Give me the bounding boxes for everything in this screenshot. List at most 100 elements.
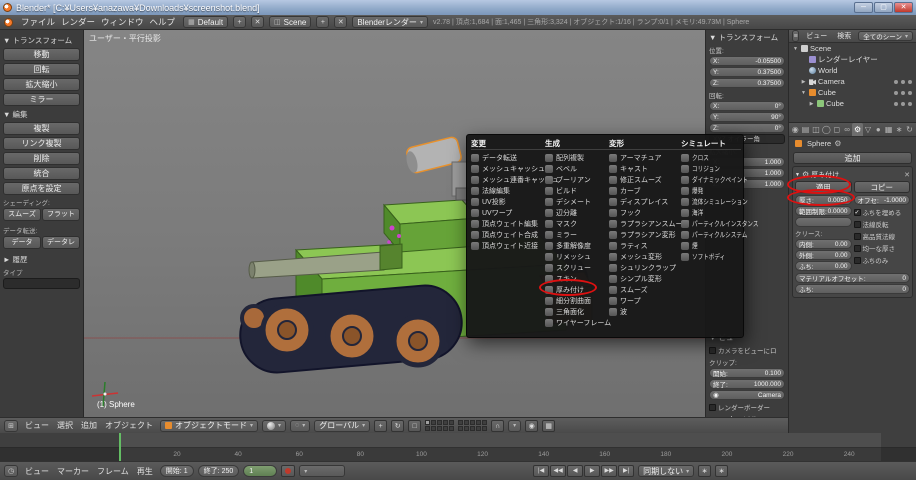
render-toggle-icon[interactable] <box>908 102 912 106</box>
checkbox-icon[interactable] <box>854 233 861 240</box>
properties-tab-physics[interactable]: ↻ <box>904 123 914 136</box>
modifier-menu-item[interactable]: リメッシュ <box>545 251 609 262</box>
properties-tab-modifiers[interactable]: ⚙ <box>852 123 862 136</box>
tool-button[interactable]: 統合 <box>3 167 80 180</box>
tool-button[interactable]: リンク複製 <box>3 137 80 150</box>
visibility-toggles[interactable] <box>894 102 912 106</box>
redo-type-dropdown[interactable] <box>3 278 80 289</box>
checkbox-icon[interactable] <box>854 221 861 228</box>
toolshelf-panel-header[interactable]: ▼ トランスフォーム <box>3 35 80 46</box>
modifier-menu-item[interactable]: 頂点ウェイト編集 <box>471 218 545 229</box>
frame-end-field[interactable]: 終了: 250 <box>198 465 240 477</box>
modifier-name[interactable]: 厚み付け <box>811 170 839 180</box>
play-reverse-button[interactable]: ◀ <box>567 465 583 477</box>
modifier-menu-item[interactable]: 配列複製 <box>545 152 609 163</box>
modifier-menu-item[interactable]: マスク <box>545 218 609 229</box>
visibility-toggles[interactable] <box>894 80 912 84</box>
layer-toggle[interactable] <box>425 420 430 425</box>
modifier-menu-item[interactable]: ラティス <box>609 240 681 251</box>
modifier-menu-item[interactable]: ソフトボディ <box>681 251 741 262</box>
modifier-menu-item[interactable]: パーティクルインスタンス <box>681 218 741 229</box>
timeline-menu-item[interactable]: フレーム <box>94 466 132 477</box>
transform-orientation-dropdown[interactable]: グローバル ▾ <box>314 420 370 432</box>
number-field[interactable]: マテリアルオフセット:0 <box>795 273 910 283</box>
modifier-menu-item[interactable]: パーティクルシステム <box>681 229 741 240</box>
outliner-menu-item[interactable]: 検索 <box>834 31 854 41</box>
layer-toggle[interactable] <box>464 426 469 431</box>
modifier-menu-item[interactable]: 煙 <box>681 240 741 251</box>
modifier-menu-item[interactable]: UV投影 <box>471 196 545 207</box>
toolshelf-panel-header[interactable]: ▼ 編集 <box>3 109 80 120</box>
maximize-button[interactable]: ▢ <box>874 2 893 13</box>
pivot-point-dropdown[interactable]: ◌ ▾ <box>290 420 310 432</box>
outliner-editor-icon[interactable]: ≡ <box>792 30 799 42</box>
modifier-menu-item[interactable]: メッシュ連番キャッシュ <box>471 174 545 185</box>
modifier-menu-item-solidify[interactable]: 厚み付け <box>545 284 609 295</box>
jump-to-end-button[interactable]: ▶| <box>618 465 634 477</box>
properties-tab-scene[interactable]: ◫ <box>811 123 821 136</box>
view3d-menu-item[interactable]: 選択 <box>54 420 76 431</box>
toolshelf-panel-header[interactable]: ► 履歴 <box>3 254 80 265</box>
render-toggle-icon[interactable] <box>908 80 912 84</box>
render-engine-dropdown[interactable]: Blenderレンダー ▾ <box>352 16 428 28</box>
apply-button[interactable]: 適用 <box>795 181 852 193</box>
modifier-menu-item[interactable]: ブーリアン <box>545 174 609 185</box>
modifier-menu-item[interactable]: 波 <box>609 306 681 317</box>
layer-toggle[interactable] <box>443 426 448 431</box>
timeline-menu-item[interactable]: 再生 <box>134 466 156 477</box>
checkbox-row[interactable]: ✓ふちを埋める <box>854 207 911 217</box>
modifier-menu-item[interactable]: スキン <box>545 273 609 284</box>
outliner-row[interactable]: World <box>789 65 916 76</box>
layer-toggle[interactable] <box>443 420 448 425</box>
number-field[interactable]: 範囲制限:0.0000 <box>795 206 852 216</box>
number-field[interactable]: ふち:0.00 <box>795 261 852 271</box>
modifier-menu-item[interactable]: 頂点ウェイト近接 <box>471 240 545 251</box>
layer-toggle[interactable] <box>464 420 469 425</box>
menubar-item[interactable]: ファイル <box>18 16 58 28</box>
outliner-row[interactable]: レンダーレイヤー <box>789 54 916 65</box>
outliner-row[interactable]: ▶Cube <box>789 98 916 109</box>
layer-toggle[interactable] <box>458 426 463 431</box>
translate-manipulator-button[interactable]: + <box>374 420 387 432</box>
checkbox-row[interactable]: 高品質法線 <box>854 231 911 241</box>
checkbox-row[interactable]: 法線反転 <box>854 219 911 229</box>
modifier-menu-item[interactable]: 海洋 <box>681 207 741 218</box>
disclosure-triangle-icon[interactable]: ▼ <box>795 172 800 178</box>
render-toggle-icon[interactable] <box>908 91 912 95</box>
outliner-menu-item[interactable]: ビュー <box>803 31 830 41</box>
copy-button[interactable]: コピー <box>854 181 911 193</box>
snap-element-dropdown[interactable]: ▾ <box>508 420 521 432</box>
modifier-menu-item[interactable]: ラプラシアン変形 <box>609 229 681 240</box>
menubar-item[interactable]: ヘルプ <box>147 16 179 28</box>
outliner-row[interactable]: ▼Scene <box>789 43 916 54</box>
number-field[interactable]: X:0° <box>709 101 785 111</box>
layer-grid-2[interactable] <box>458 420 487 431</box>
tool-button[interactable]: スムーズ <box>3 208 41 221</box>
thickness-field[interactable]: 厚さ:0.0050 <box>795 195 852 205</box>
number-field[interactable]: Y:90° <box>709 112 785 122</box>
select-toggle-icon[interactable] <box>901 91 905 95</box>
eye-toggle-icon[interactable] <box>894 102 898 106</box>
disclosure-triangle-icon[interactable]: ▶ <box>808 101 815 107</box>
modifier-menu-item[interactable]: 三角面化 <box>545 306 609 317</box>
select-toggle-icon[interactable] <box>901 102 905 106</box>
breadcrumb-object-name[interactable]: Sphere <box>807 139 831 148</box>
viewport-shading-dropdown[interactable]: ▾ <box>262 420 286 432</box>
modifier-menu-item[interactable]: アーマチュア <box>609 152 681 163</box>
jump-to-prev-keyframe-button[interactable]: ◀◀ <box>550 465 566 477</box>
checkbox-icon[interactable]: ✓ <box>854 209 861 216</box>
modifier-menu-item[interactable]: ラプラシアンスムーズ <box>609 218 681 229</box>
current-frame-playhead[interactable] <box>119 433 121 461</box>
layer-toggle[interactable] <box>449 420 454 425</box>
properties-tab-constraints[interactable]: ∞ <box>842 123 852 136</box>
layer-toggle[interactable] <box>458 420 463 425</box>
checkbox-row[interactable]: ふちのみ <box>854 255 911 265</box>
delete-keyframe-button[interactable]: ∗ <box>715 465 728 477</box>
tool-button[interactable]: ミラー <box>3 93 80 106</box>
modifier-menu-item[interactable]: キャスト <box>609 163 681 174</box>
tool-button[interactable]: 削除 <box>3 152 80 165</box>
checkbox-row[interactable]: 均一な厚さ <box>854 243 911 253</box>
modifier-menu-item[interactable]: ダイナミックペイント <box>681 174 741 185</box>
av-sync-dropdown[interactable]: 同期しない ▾ <box>638 465 694 477</box>
timeline-ruler[interactable]: 20406080100120140160180200220240 <box>0 447 916 461</box>
